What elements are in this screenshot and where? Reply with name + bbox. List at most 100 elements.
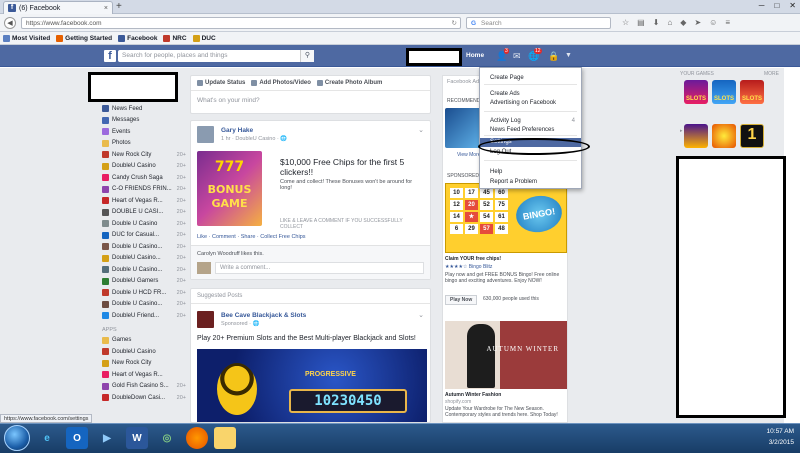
create-album-tab[interactable]: Create Photo Album	[316, 80, 382, 86]
post-game-image[interactable]: 777 BONUS GAME	[197, 151, 262, 226]
word-icon[interactable]: W	[126, 427, 148, 449]
maximize-icon[interactable]: □	[774, 1, 779, 10]
game-tile[interactable]	[684, 124, 708, 148]
menu-item[interactable]: News Feed Preferences	[480, 126, 581, 135]
reading-list-icon[interactable]: ▤	[637, 18, 645, 27]
post-link-title[interactable]: $10,000 Free Chips for the first 5 click…	[280, 157, 425, 177]
star-icon[interactable]: ☆	[622, 18, 629, 27]
menu-item[interactable]: Activity Log 4	[480, 117, 581, 126]
clock-time[interactable]: 10:57 AM	[767, 426, 794, 437]
back-button[interactable]: ◀	[4, 16, 16, 29]
clock-date[interactable]: 3/2/2015	[767, 437, 794, 448]
post-author[interactable]: Gary Hake	[221, 127, 253, 134]
menu-item[interactable]: Help	[480, 168, 581, 177]
sidebar-item[interactable]: Messages	[102, 115, 186, 127]
account-menu-chevron-icon[interactable]: ▼	[565, 52, 572, 59]
update-status-tab[interactable]: Update Status	[197, 80, 245, 86]
menu-icon[interactable]: ≡	[725, 18, 730, 27]
chevron-down-icon[interactable]: ⌄	[418, 311, 424, 319]
url-bar[interactable]: https://www.facebook.com ↻	[21, 16, 461, 29]
privacy-shortcuts-icon[interactable]: 🔒	[548, 51, 559, 62]
close-window-icon[interactable]: ✕	[789, 1, 796, 10]
smiley-icon[interactable]: ☺	[709, 18, 717, 27]
browser-tab[interactable]: f (6) Facebook ×	[3, 1, 113, 14]
sidebar-app-item[interactable]: New Rock City	[102, 358, 186, 370]
fashion-ad-image[interactable]: AUTUMN WINTER	[445, 321, 567, 389]
more-link[interactable]: MORE	[764, 71, 779, 77]
search-icon[interactable]: ⚲	[300, 50, 314, 62]
comment-input[interactable]: Write a comment...	[215, 262, 424, 274]
sidebar-item[interactable]: Double U Casino 20+	[102, 218, 186, 230]
game-tile[interactable]: SLOTS	[684, 80, 708, 104]
sidebar-item[interactable]: DUC for Casual... 20+	[102, 230, 186, 242]
sidebar-item[interactable]: Heart of Vegas R... 20+	[102, 195, 186, 207]
firefox-icon[interactable]	[186, 427, 208, 449]
add-photos-tab[interactable]: Add Photos/Video	[251, 80, 311, 86]
sidebar-item[interactable]: Double U Casino... 20+	[102, 264, 186, 276]
sidebar-item[interactable]: DoubleU Gamers 20+	[102, 276, 186, 288]
sidebar-item[interactable]: Double U HCD FR... 20+	[102, 287, 186, 299]
outlook-icon[interactable]: O	[66, 427, 88, 449]
bingo-title[interactable]: Claim YOUR free chips!	[445, 256, 501, 262]
pocket-icon[interactable]: ◆	[680, 18, 686, 27]
suggested-page-name[interactable]: Bee Cave Blackjack & Slots	[221, 312, 306, 319]
start-button[interactable]	[4, 425, 30, 451]
sidebar-item[interactable]: Double U Casino... 20+	[102, 299, 186, 311]
sidebar-app-item[interactable]: DoubleDown Casi... 20+	[102, 392, 186, 404]
media-player-icon[interactable]: ▶	[96, 427, 118, 449]
facebook-logo-icon[interactable]: f	[104, 50, 116, 62]
game-tile[interactable]	[712, 124, 736, 148]
sidebar-item[interactable]: DoubleU Friend... 20+	[102, 310, 186, 322]
app-icon[interactable]: ◎	[156, 427, 178, 449]
menu-item[interactable]: Create Ads	[480, 90, 581, 99]
game-tile[interactable]: SLOTS	[740, 80, 764, 104]
sidebar-item[interactable]: Candy Crush Saga 20+	[102, 172, 186, 184]
sidebar-item[interactable]: Events	[102, 126, 186, 138]
sidebar-app-item[interactable]: Games	[102, 335, 186, 347]
close-tab-icon[interactable]: ×	[104, 5, 108, 12]
home-link[interactable]: Home	[466, 52, 484, 59]
composer-input[interactable]: What's on your mind?	[191, 91, 430, 110]
recommended-game-thumb[interactable]	[445, 108, 481, 148]
sidebar-app-item[interactable]: Gold Fish Casino S... 20+	[102, 381, 186, 393]
internet-explorer-icon[interactable]: e	[36, 427, 58, 449]
sidebar-item[interactable]: Photos	[102, 138, 186, 150]
menu-item[interactable]: Advertising on Facebook	[480, 99, 581, 108]
bookmark-nrc[interactable]: NRC	[163, 34, 187, 42]
bookmark-facebook[interactable]: Facebook	[118, 34, 157, 42]
post-actions[interactable]: Like · Comment · Share · Collect Free Ch…	[197, 234, 306, 240]
sidebar-item[interactable]: DoubleU Casino 20+	[102, 161, 186, 173]
sidebar-item[interactable]: News Feed	[102, 103, 186, 115]
file-explorer-icon[interactable]	[214, 427, 236, 449]
download-icon[interactable]: ⬇	[653, 18, 660, 27]
sidebar-item[interactable]: DoubleU Casino... 20+	[102, 253, 186, 265]
suggested-image[interactable]: PROGRESSIVE 10230450	[197, 349, 427, 422]
game-tile[interactable]: 1	[740, 124, 764, 148]
bookmark-getting-started[interactable]: Getting Started	[56, 34, 112, 42]
sidebar-item[interactable]: C-O FRIENDS FRIN... 20+	[102, 184, 186, 196]
sidebar-item[interactable]: DOUBLE U CASI... 20+	[102, 207, 186, 219]
menu-item[interactable]: Create Page	[480, 74, 581, 83]
fashion-title[interactable]: Autumn Winter Fashion	[445, 392, 501, 398]
messages-icon[interactable]: ✉	[513, 51, 521, 62]
browser-search-input[interactable]: Search	[466, 16, 611, 29]
bookmark-duc[interactable]: DUC	[192, 34, 216, 42]
fb-search-input[interactable]: Search for people, places and things ⚲	[118, 50, 314, 62]
bingo-ad-image[interactable]: 10 17 45 60 12 20 52 75 14 ★ 54 61 6 29 57 48 BINGO!	[445, 183, 567, 253]
avatar[interactable]	[197, 126, 214, 143]
sidebar-app-item[interactable]: Heart of Vegas R...	[102, 369, 186, 381]
likes-line[interactable]: Carolyn Woodruff likes this.	[197, 251, 264, 257]
sidebar-item[interactable]: New Rock City 20+	[102, 149, 186, 161]
view-more-link[interactable]: View More	[457, 152, 481, 158]
sidebar-app-item[interactable]: DoubleU Casino	[102, 346, 186, 358]
chevron-down-icon[interactable]: ⌄	[418, 126, 424, 134]
new-tab-button[interactable]: +	[116, 1, 122, 12]
game-tile[interactable]: SLOTS	[712, 80, 736, 104]
minimize-icon[interactable]: ─	[759, 1, 765, 10]
play-now-button[interactable]: Play Now	[445, 295, 478, 305]
avatar[interactable]	[197, 311, 214, 328]
reload-icon[interactable]: ↻	[452, 18, 457, 29]
menu-item[interactable]: Report a Problem	[480, 178, 581, 187]
send-icon[interactable]: ➤	[694, 18, 701, 27]
sidebar-item[interactable]: Double U Casino... 20+	[102, 241, 186, 253]
